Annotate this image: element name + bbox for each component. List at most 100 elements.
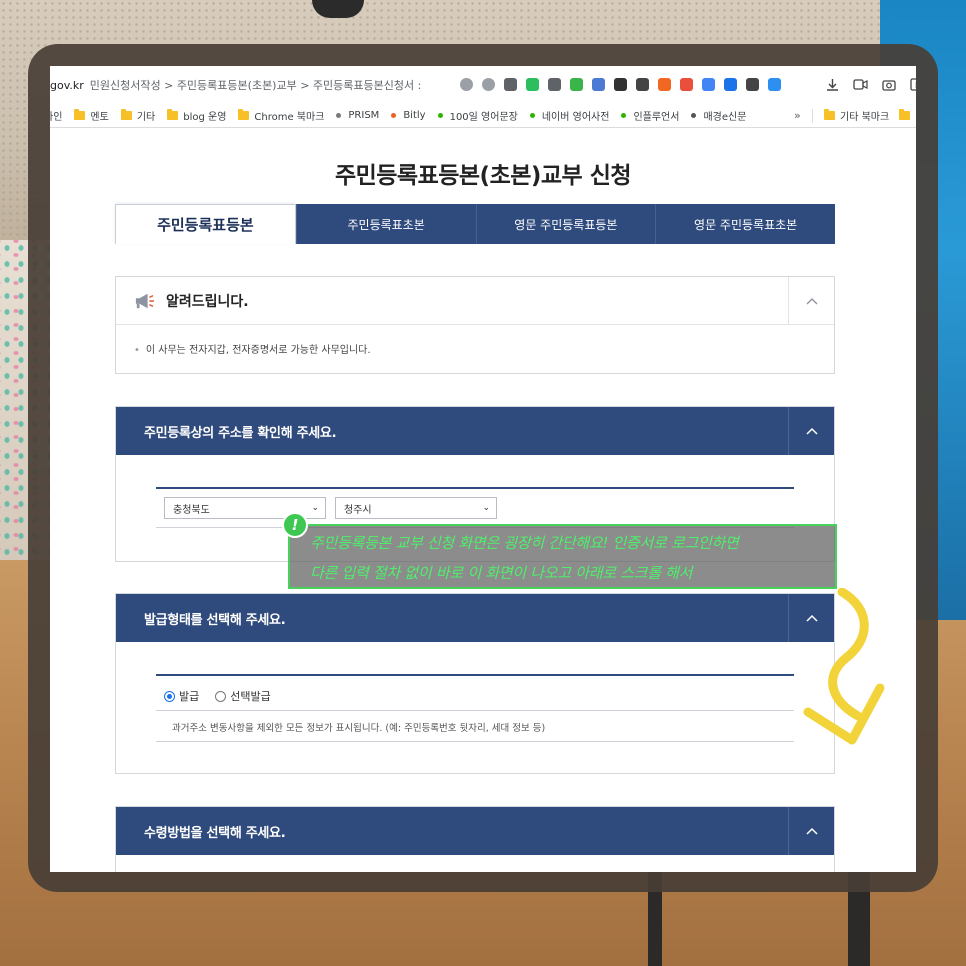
arrow-doodle-icon (803, 588, 885, 745)
receive-method-section-title: 수령방법을 선택해 주세요. (144, 825, 286, 841)
favicon-icon (691, 113, 697, 118)
issue-description: 과거주소 변동사항을 제외한 모든 정보가 표시됩니다. (예: 주민등록번호 … (172, 723, 546, 734)
info-icon[interactable] (910, 78, 916, 91)
blue-icon[interactable] (768, 78, 781, 91)
folder-icon (120, 109, 132, 120)
annotation-caption: 주민등록등본 교부 신청 화면은 굉장히 간단해요! 인증서로 로그인하면 다른… (288, 524, 837, 589)
chevron-down-icon: ⌄ (482, 503, 490, 513)
issue-type-section-header: 발급형태를 선택해 주세요. (116, 594, 834, 642)
bookmark-label: blog 운영 (183, 112, 227, 123)
bookmark-folder-other[interactable]: 기타 북마크 (824, 108, 915, 123)
issue-radio-group: 발급 선택발급 (164, 688, 271, 704)
browser-actions (826, 78, 916, 91)
notice-text: 이 사무는 전자지갑, 전자증명서로 가능한 사무입니다. (145, 345, 371, 356)
media-icon[interactable] (746, 78, 759, 91)
bookmark-label: 기타 (136, 112, 156, 123)
page-content: 주민등록표등본(초본)교부 신청 주민등록표등본 주민등록표초본 영문 주민등록… (50, 128, 916, 872)
bookmark-item[interactable]: 화인 (50, 108, 62, 123)
bookmark-label: 100일 영어문장 (449, 112, 518, 123)
folder-icon (899, 109, 911, 120)
folder-icon (167, 109, 179, 120)
folder-icon (74, 109, 86, 120)
translate-icon[interactable] (702, 78, 715, 91)
bookmark-item[interactable]: 멘토 (74, 108, 109, 123)
city-select[interactable]: 청주시 ⌄ (335, 497, 497, 519)
issue-radio[interactable] (164, 690, 175, 702)
issue-radio-label[interactable]: 발급 (179, 688, 199, 704)
extension-toolbar (460, 78, 781, 91)
orange-icon[interactable] (658, 78, 671, 91)
megaphone-icon (135, 293, 154, 308)
shield-icon[interactable] (460, 78, 473, 91)
bookmark-item[interactable]: 100일 영어문장 (437, 108, 518, 123)
bookmark-item[interactable]: Bitly (391, 110, 426, 121)
select-issue-radio-label[interactable]: 선택발급 (230, 688, 270, 704)
pen-icon[interactable] (614, 78, 627, 91)
chevron-up-icon (805, 427, 818, 435)
tab-resident-abstract[interactable]: 주민등록표초본 (295, 204, 476, 244)
bookmark-item[interactable]: 매경e신문 (691, 108, 746, 123)
folder-icon (238, 109, 250, 120)
receive-method-section: 수령방법을 선택해 주세요. (115, 806, 835, 872)
bookmark-label: 인플루언서 (633, 112, 680, 123)
bookmarks-more-button[interactable]: » (794, 109, 801, 122)
bookmark-label: Bitly (403, 110, 426, 121)
star-icon[interactable] (482, 78, 495, 91)
bookmark-item[interactable]: 기타 (120, 108, 156, 123)
evernote-icon[interactable] (526, 78, 539, 91)
chevron-up-icon (805, 827, 818, 835)
receive-method-section-header: 수령방법을 선택해 주세요. (116, 807, 834, 855)
favicon-icon (336, 113, 342, 118)
tab-english-resident-abstract[interactable]: 영문 주민등록표초본 (655, 204, 835, 244)
annotation-line-1: 주민등록등본 교부 신청 화면은 굉장히 간단해요! 인증서로 로그인하면 (310, 534, 739, 552)
receive-method-collapse-button[interactable] (788, 807, 834, 855)
bookmark-label: 기타 북마크 (840, 112, 890, 123)
onenote-icon[interactable] (570, 78, 583, 91)
new-icon[interactable] (592, 78, 605, 91)
bullet-icon: • (134, 345, 140, 356)
favicon-icon (391, 113, 397, 118)
issue-type-section: 발급형태를 선택해 주세요. 발급 선택발급 과거주소 변동사항을 제외한 모든… (115, 593, 835, 774)
issue-type-section-title: 발급형태를 선택해 주세요. (144, 612, 286, 628)
select-issue-radio[interactable] (215, 690, 227, 702)
bookmark-label: 멘토 (90, 112, 109, 123)
tab-english-resident-copy[interactable]: 영문 주민등록표등본 (475, 204, 656, 244)
exclamation-badge-icon: ! (282, 512, 308, 538)
extension-icon[interactable] (548, 78, 561, 91)
favicon-icon (621, 113, 627, 118)
city-value: 청주시 (344, 504, 372, 516)
record-icon[interactable] (853, 78, 868, 91)
address-collapse-button[interactable] (788, 407, 834, 455)
camera-icon[interactable] (882, 78, 896, 91)
notice-title: 알려드립니다. (166, 293, 249, 310)
notice-collapse-button[interactable] (788, 277, 834, 325)
bookmark-item[interactable]: 네이버 영어사전 (529, 108, 610, 123)
address-bar[interactable]: gov.kr 민원신청서작성 > 주민등록표등본(초본)교부 > 주민등록표등본… (50, 66, 916, 104)
bookmark-item[interactable]: Chrome 북마크 (238, 108, 324, 123)
chevron-down-icon: ⌄ (311, 503, 319, 513)
circle-icon[interactable] (680, 78, 693, 91)
bookmark-label: 매경e신문 (703, 112, 747, 123)
tab-bar: 주민등록표등본 주민등록표초본 영문 주민등록표등본 영문 주민등록표초본 (115, 204, 835, 244)
bookmark-label: 네이버 영어사전 (541, 112, 610, 123)
tab-resident-copy[interactable]: 주민등록표등본 (115, 204, 296, 244)
bookmark-item[interactable]: blog 운영 (167, 108, 226, 123)
address-section-header: 주민등록상의 주소를 확인해 주세요. (116, 407, 834, 455)
address-section-title: 주민등록상의 주소를 확인해 주세요. (144, 425, 337, 441)
pocket-icon[interactable] (504, 78, 517, 91)
download-icon[interactable] (826, 78, 839, 91)
bookmarks-bar: 화인 멘토 기타 blog 운영 Chrome 북마크 PRISM Bitly 100일 영어… (50, 104, 916, 128)
notice-box: 알려드립니다. • 이 사무는 전자지갑, 전자증명서로 가능한 사무입니다. (115, 276, 835, 374)
notice-body: • 이 사무는 전자지갑, 전자증명서로 가능한 사무입니다. (116, 325, 834, 372)
notice-header: 알려드립니다. (116, 277, 834, 325)
url-path: 민원신청서작성 > 주민등록표등본(초본)교부 > 주민등록표등본신청서 : (89, 79, 422, 92)
folder-icon (824, 109, 835, 120)
google-translate-icon[interactable] (724, 78, 737, 91)
annotation-line-2: 다른 입력 절차 없이 바로 이 화면이 나오고 아래로 스크롤 해서 (310, 564, 693, 582)
bookmark-item[interactable]: 인플루언서 (621, 108, 679, 123)
box-icon[interactable] (636, 78, 649, 91)
bookmark-label: PRISM (348, 110, 380, 121)
favicon-icon (437, 113, 443, 118)
browser-window: gov.kr 민원신청서작성 > 주민등록표등본(초본)교부 > 주민등록표등본… (50, 66, 916, 872)
bookmark-item[interactable]: PRISM (336, 110, 379, 121)
